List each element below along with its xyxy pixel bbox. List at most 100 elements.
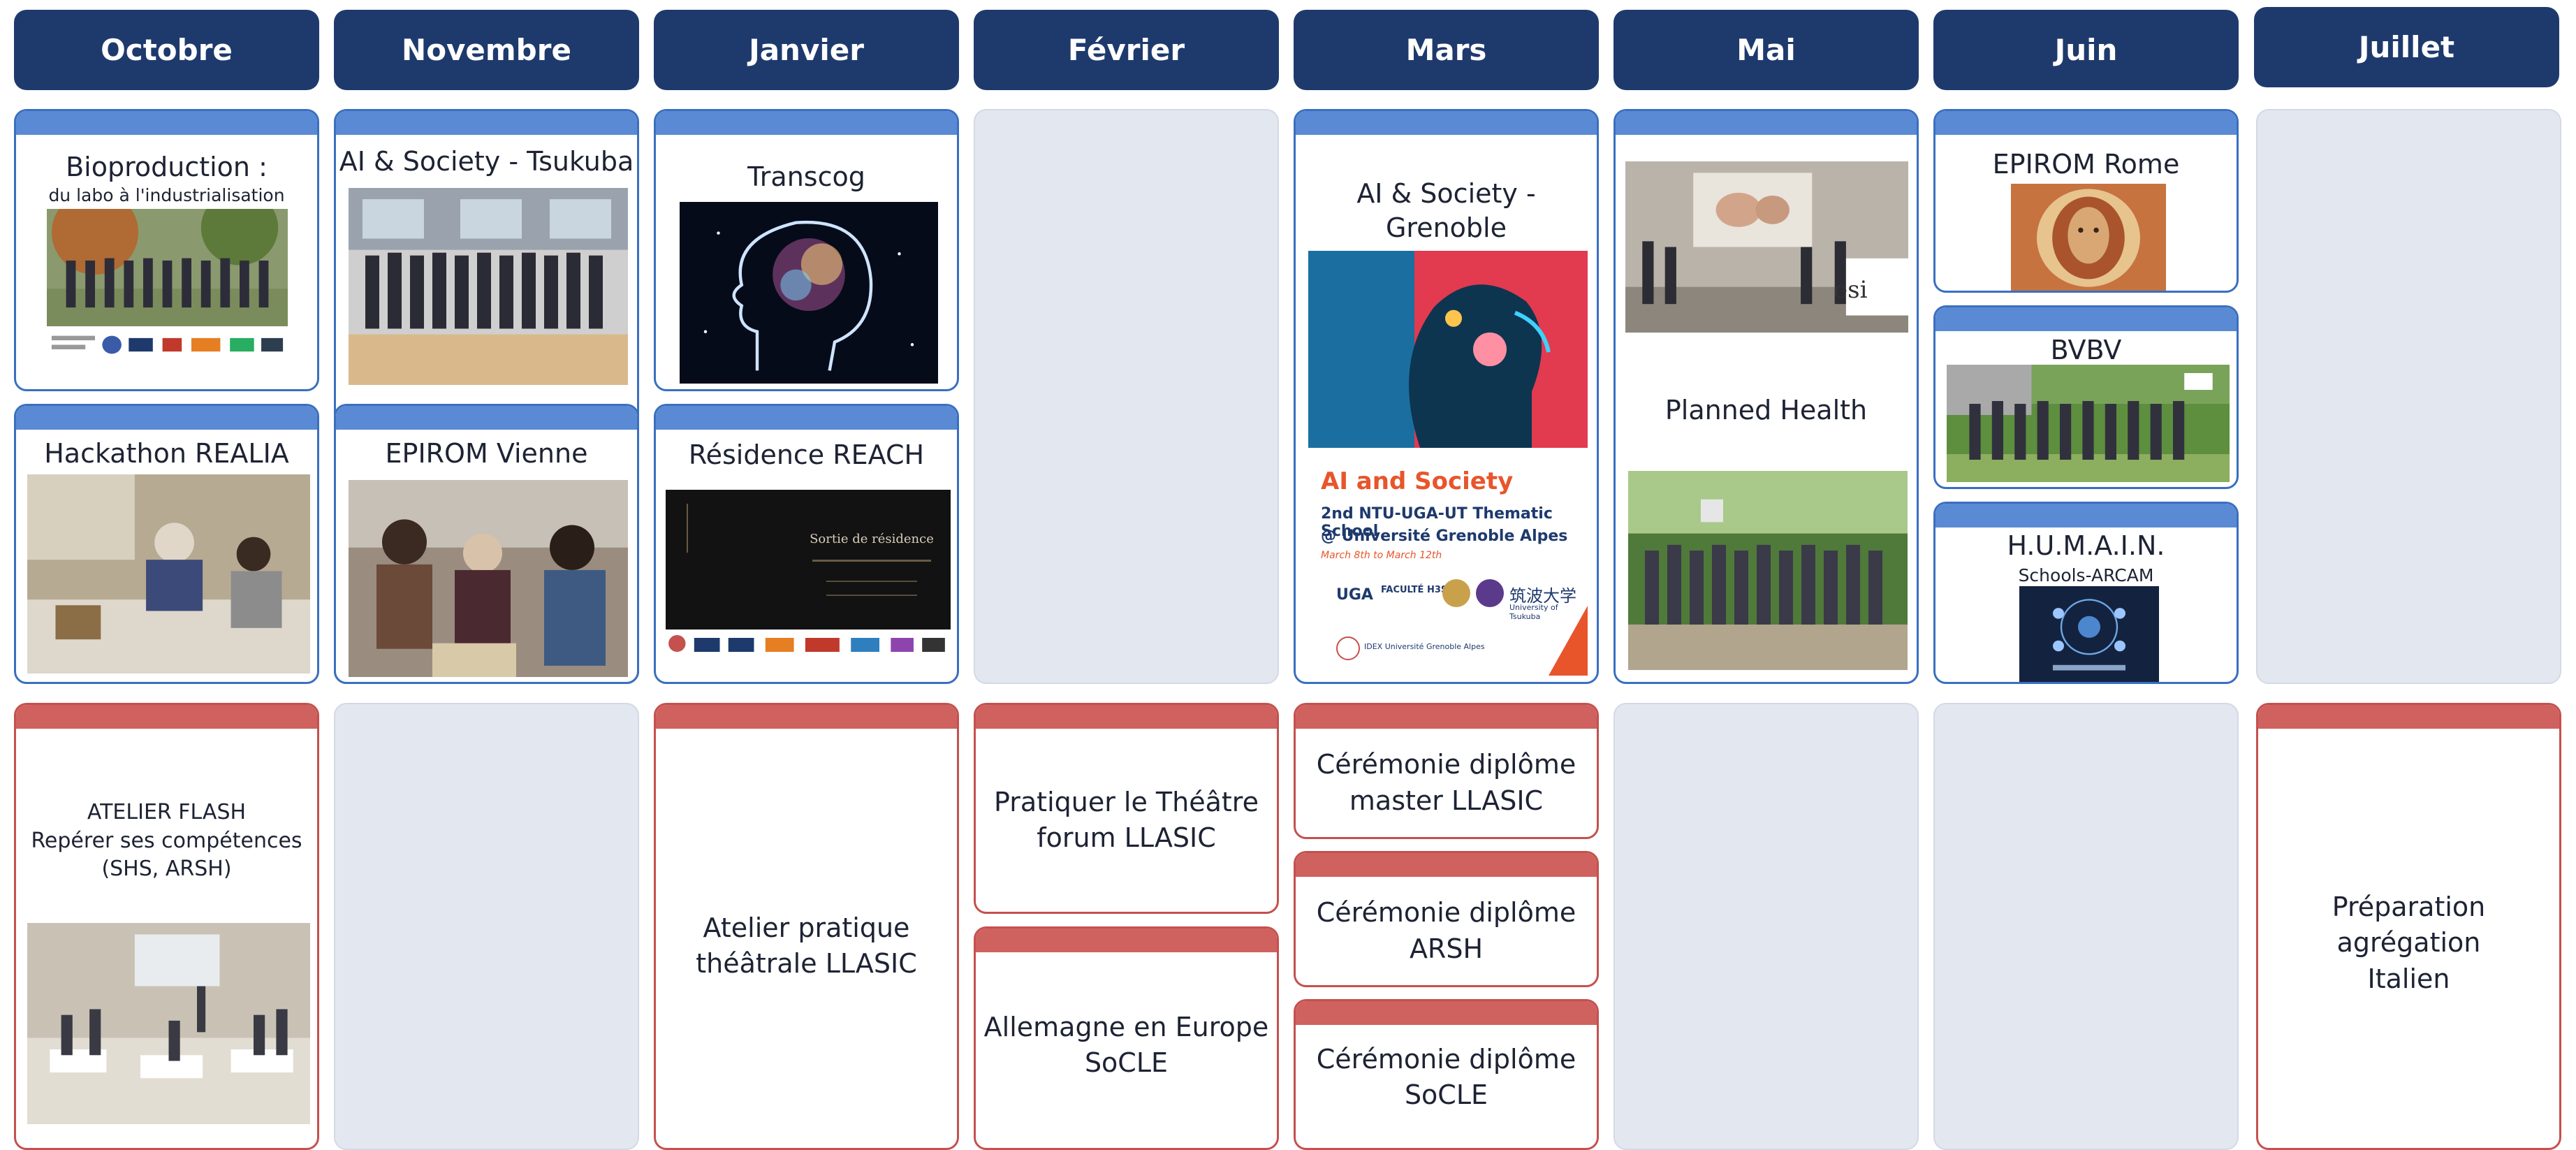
month-header-fevrier: Février (974, 10, 1279, 90)
card-header-bar (1296, 111, 1597, 135)
poster-art-block (687, 504, 751, 553)
card-title: EPIROM Rome (1992, 149, 2180, 180)
poster-rule (812, 560, 931, 562)
event-card-atelier-theatre[interactable]: Atelier pratique théâtrale LLASIC (654, 703, 959, 1150)
card-title: Hackathon REALIA (44, 438, 289, 469)
idex-logo-mark (1336, 636, 1360, 660)
esi-badge: esi (1834, 276, 1868, 304)
card-title: ATELIER FLASH Repérer ses compétences (S… (31, 800, 302, 882)
card-title: Transcog (747, 161, 865, 192)
card-title: Cérémonie diplôme master LLASIC (1316, 749, 1576, 816)
card-title: H.U.M.A.I.N. (2007, 530, 2165, 561)
event-poster-ai-and-society: AI and Society 2nd NTU-UGA-UT Thematic S… (1308, 251, 1588, 676)
card-header-bar (336, 111, 637, 135)
empty-slot-novembre (334, 703, 639, 1150)
brain-illustration-image (680, 202, 938, 384)
residence-poster-image: Sortie de résidence (666, 490, 951, 629)
event-card-ceremonie-arsh[interactable]: Cérémonie diplôme ARSH (1294, 851, 1599, 987)
poster-robot-illustration (1308, 251, 1588, 448)
empty-slot-mai (1613, 703, 1919, 1150)
event-card-ai-society-grenoble[interactable]: AI & Society - Grenoble AI and Society 2… (1294, 109, 1599, 684)
logo-uga: UGA (1336, 586, 1373, 604)
event-card-residence-reach[interactable]: Résidence REACH Sortie de résidence (654, 404, 959, 684)
card-header-bar (656, 406, 957, 430)
partner-logos-strip (47, 329, 288, 361)
poster-line2: @ Université Grenoble Alpes (1321, 527, 1568, 545)
empty-slot-juillet (2256, 109, 2561, 684)
tsukuba-emblem (1476, 579, 1504, 607)
event-card-transcog[interactable]: Transcog (654, 109, 959, 391)
event-card-bioproduction[interactable]: Bioproduction : du labo à l'industrialis… (14, 109, 319, 391)
event-card-planned-health[interactable]: esi Planned Health (1613, 109, 1919, 684)
event-card-allemagne-europe[interactable]: Allemagne en Europe SoCLE (974, 926, 1279, 1150)
card-header-bar (656, 111, 957, 135)
event-card-bvbv[interactable]: BVBV (1933, 305, 2239, 489)
card-title: AI & Society - Grenoble (1356, 178, 1536, 244)
poster-rule (826, 595, 917, 596)
event-card-epirom-rome[interactable]: EPIROM Rome (1933, 109, 2239, 293)
humain-poster-image (2019, 586, 2159, 682)
card-title: Résidence REACH (688, 439, 925, 470)
card-header-bar (2258, 705, 2559, 729)
card-title: Bioproduction : (66, 152, 268, 182)
card-title: Pratiquer le Théâtre forum LLASIC (994, 786, 1259, 853)
month-header-janvier: Janvier (654, 10, 959, 90)
event-photo-group-lawn (1947, 365, 2230, 482)
event-photo-group-outdoor (47, 209, 288, 326)
event-photo-classroom (27, 923, 310, 1124)
event-photo-presentation (1625, 161, 1908, 333)
poster-heading: AI and Society (1321, 467, 1514, 495)
card-title: Allemagne en Europe SoCLE (983, 1011, 1269, 1078)
card-title: Préparation agrégation Italien (2332, 891, 2486, 994)
event-photo-group-classroom (349, 188, 628, 385)
card-title: AI & Society - Tsukuba (339, 146, 634, 177)
card-header-bar (16, 406, 317, 430)
event-photo-group-garden (1628, 471, 1908, 670)
card-subtitle: du labo à l'industrialisation (48, 185, 285, 205)
event-card-theatre-forum[interactable]: Pratiquer le Théâtre forum LLASIC (974, 703, 1279, 914)
event-card-ceremonie-socle[interactable]: Cérémonie diplôme SoCLE (1294, 999, 1599, 1150)
event-card-preparation-agregation[interactable]: Préparation agrégation Italien (2256, 703, 2561, 1150)
empty-slot-juin (1933, 703, 2239, 1150)
card-header-bar (1935, 111, 2237, 135)
card-subtitle: Schools-ARCAM (2018, 565, 2154, 585)
empty-slot-fevrier (974, 109, 1279, 684)
logo-faculte-h3s: FACULTÉ H3S (1381, 585, 1448, 595)
logo-idex: IDEX Université Grenoble Alpes (1364, 642, 1485, 651)
event-card-epirom-vienne[interactable]: EPIROM Vienne (334, 404, 639, 684)
month-header-octobre: Octobre (14, 10, 319, 90)
card-header-bar (1296, 853, 1597, 877)
event-photo-workshop (27, 474, 310, 674)
card-header-bar (656, 705, 957, 729)
card-header-bar (1935, 504, 2237, 527)
card-header-bar (976, 705, 1277, 729)
poster-rule (826, 581, 917, 582)
card-header-bar (1935, 307, 2237, 331)
month-header-mars: Mars (1294, 10, 1599, 90)
event-photo-museum-visit (349, 480, 628, 677)
month-header-juillet: Juillet (2254, 7, 2559, 87)
card-title: Atelier pratique théâtrale LLASIC (696, 912, 917, 979)
event-card-ceremonie-llasic[interactable]: Cérémonie diplôme master LLASIC (1294, 703, 1599, 839)
card-title: Planned Health (1664, 395, 1868, 425)
card-header-bar (1616, 111, 1917, 135)
month-header-juin: Juin (1933, 10, 2239, 90)
card-header-bar (1296, 1001, 1597, 1025)
card-header-bar (976, 929, 1277, 952)
card-title: Cérémonie diplôme SoCLE (1316, 1043, 1576, 1110)
card-header-bar (16, 111, 317, 135)
poster-corner-triangle (1549, 606, 1588, 676)
partner-logos-strip (666, 629, 951, 657)
poster-caption: Sortie de résidence (810, 532, 934, 546)
card-header-bar (16, 705, 317, 729)
month-header-mai: Mai (1613, 10, 1919, 90)
card-header-bar (336, 406, 637, 430)
card-title: EPIROM Vienne (385, 438, 588, 469)
poster-dates: March 8th to March 12th (1321, 550, 1442, 561)
card-title: Cérémonie diplôme ARSH (1316, 897, 1576, 964)
event-card-atelier-flash[interactable]: ATELIER FLASH Repérer ses compétences (S… (14, 703, 319, 1150)
event-card-humain[interactable]: H.U.M.A.I.N. Schools-ARCAM (1933, 502, 2239, 684)
event-card-hackathon-realia[interactable]: Hackathon REALIA (14, 404, 319, 684)
month-header-novembre: Novembre (334, 10, 639, 90)
seal-logo (1442, 579, 1470, 607)
